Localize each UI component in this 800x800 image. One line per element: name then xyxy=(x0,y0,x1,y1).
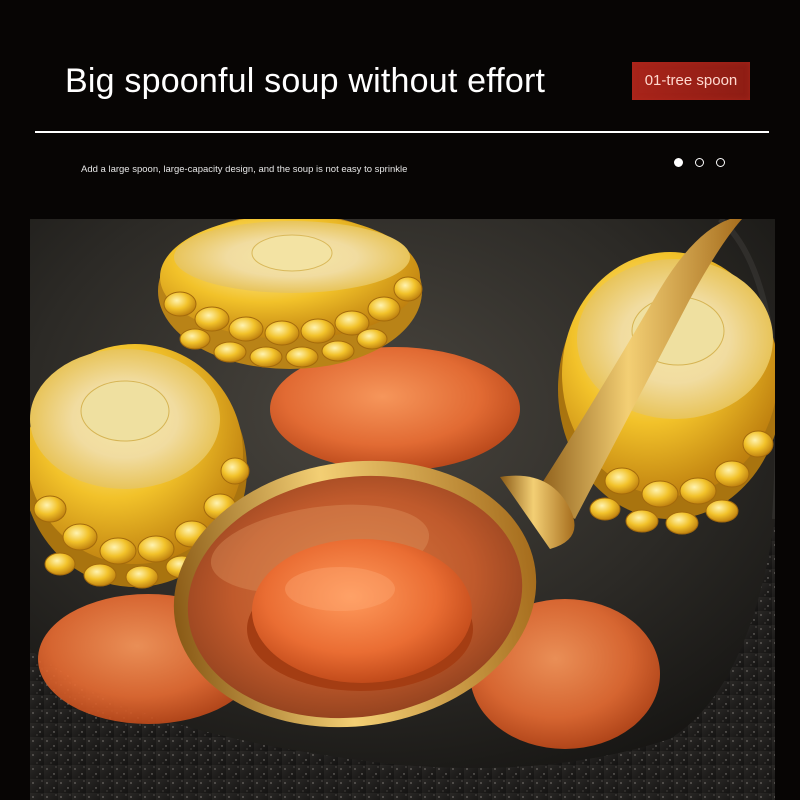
product-tag: 01-tree spoon xyxy=(632,62,750,100)
header: Big spoonful soup without effort 01-tree… xyxy=(0,0,800,218)
carousel-dot-2[interactable] xyxy=(695,157,704,167)
divider xyxy=(35,131,769,133)
soup-ladle-illustration xyxy=(30,219,775,800)
carousel-dot-1[interactable] xyxy=(674,157,683,167)
product-photo xyxy=(30,219,775,800)
corn-cob xyxy=(158,219,423,369)
carousel-dot-3[interactable] xyxy=(716,157,725,167)
headline: Big spoonful soup without effort xyxy=(65,62,546,100)
subtitle: Add a large spoon, large-capacity design… xyxy=(81,164,408,175)
carousel-dots xyxy=(674,157,725,167)
